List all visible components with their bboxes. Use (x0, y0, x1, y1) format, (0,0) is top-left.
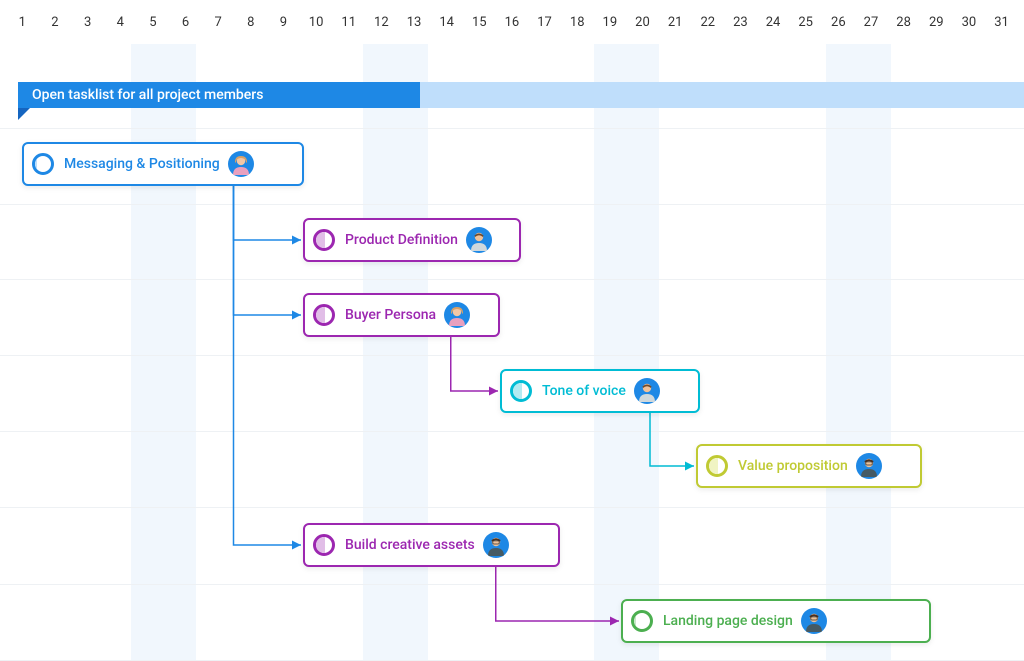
assignee-avatar[interactable] (634, 378, 660, 404)
day-label: 22 (691, 15, 724, 30)
day-label: 19 (594, 15, 627, 30)
day-label: 27 (855, 15, 888, 30)
day-label: 30 (953, 15, 986, 30)
assignee-avatar[interactable] (466, 227, 492, 253)
day-label: 15 (463, 15, 496, 30)
day-label: 17 (528, 15, 561, 30)
task-label: Value proposition (738, 458, 848, 474)
day-label: 4 (104, 15, 137, 30)
task-creative[interactable]: Build creative assets (303, 523, 560, 567)
day-label: 8 (234, 15, 267, 30)
gantt-chart: Open tasklist for all project members Me… (0, 44, 1024, 661)
progress-circle-icon (313, 229, 335, 251)
day-label: 18 (561, 15, 594, 30)
day-label: 20 (626, 15, 659, 30)
day-label: 13 (398, 15, 431, 30)
task-tone[interactable]: Tone of voice (500, 369, 700, 413)
day-label: 28 (887, 15, 920, 30)
task-persona[interactable]: Buyer Persona (303, 293, 500, 337)
progress-circle-icon (32, 153, 54, 175)
day-label: 9 (267, 15, 300, 30)
day-label: 25 (789, 15, 822, 30)
day-label: 3 (71, 15, 104, 30)
task-label: Messaging & Positioning (64, 156, 220, 172)
day-label: 10 (300, 15, 333, 30)
task-product[interactable]: Product Definition (303, 218, 521, 262)
task-label: Tone of voice (542, 383, 626, 399)
day-label: 1 (6, 15, 39, 30)
day-label: 12 (365, 15, 398, 30)
day-label: 31 (985, 15, 1018, 30)
day-label: 5 (137, 15, 170, 30)
task-label: Product Definition (345, 232, 458, 248)
assignee-avatar[interactable] (228, 151, 254, 177)
assignee-avatar[interactable] (444, 302, 470, 328)
day-label: 24 (757, 15, 790, 30)
day-label: 11 (332, 15, 365, 30)
assignee-avatar[interactable] (856, 453, 882, 479)
task-label: Buyer Persona (345, 307, 436, 323)
day-label: 26 (822, 15, 855, 30)
banner-tail-icon (18, 108, 30, 120)
task-label: Build creative assets (345, 537, 475, 553)
day-label: 6 (169, 15, 202, 30)
day-label: 16 (496, 15, 529, 30)
day-label: 21 (659, 15, 692, 30)
banner-label: Open tasklist for all project members (32, 87, 263, 103)
progress-circle-icon (313, 534, 335, 556)
progress-circle-icon (706, 455, 728, 477)
task-landing[interactable]: Landing page design (621, 599, 931, 643)
day-label: 14 (430, 15, 463, 30)
day-label: 2 (39, 15, 72, 30)
project-banner[interactable]: Open tasklist for all project members (18, 82, 420, 108)
task-messaging[interactable]: Messaging & Positioning (22, 142, 304, 186)
assignee-avatar[interactable] (483, 532, 509, 558)
timeline-days-header: 1234567891011121314151617181920212223242… (0, 0, 1024, 44)
day-label: 29 (920, 15, 953, 30)
day-label: 23 (724, 15, 757, 30)
task-label: Landing page design (663, 613, 793, 629)
progress-circle-icon (510, 380, 532, 402)
day-label: 7 (202, 15, 235, 30)
task-value[interactable]: Value proposition (696, 444, 922, 488)
assignee-avatar[interactable] (801, 608, 827, 634)
progress-circle-icon (313, 304, 335, 326)
progress-circle-icon (631, 610, 653, 632)
